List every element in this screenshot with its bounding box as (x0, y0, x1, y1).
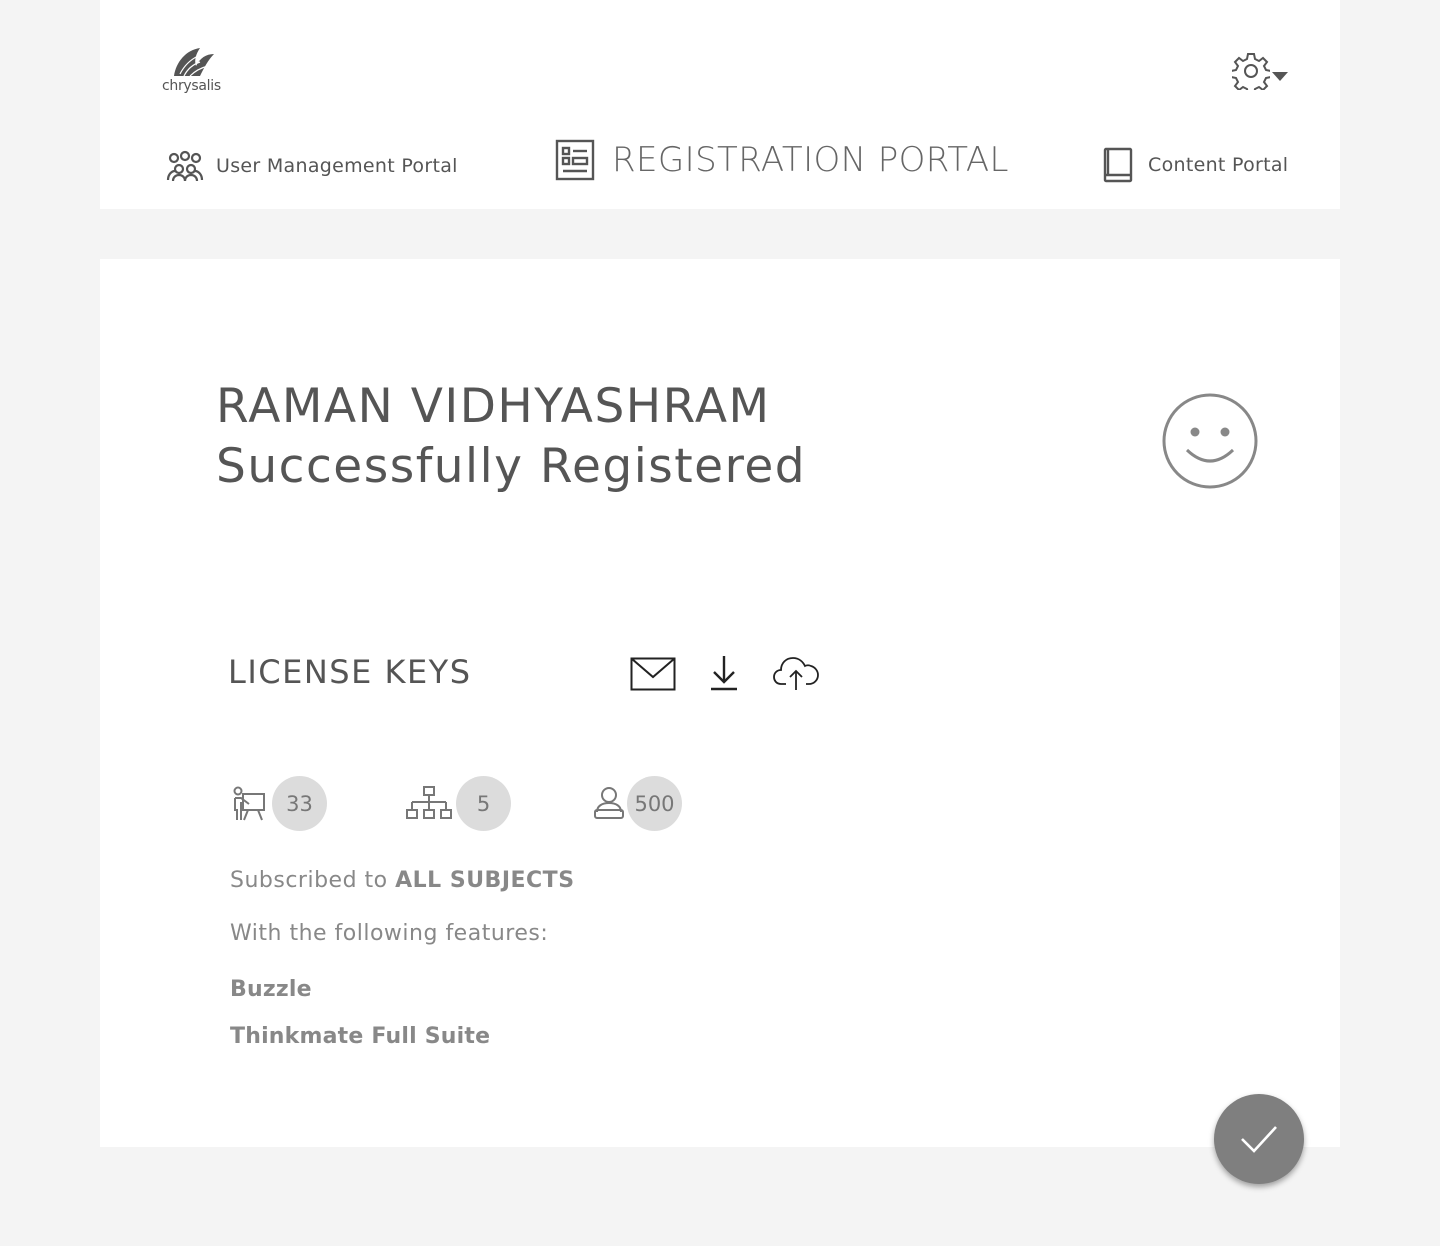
nav-content-label: Content Portal (1148, 154, 1289, 176)
download-icon (711, 656, 737, 691)
chrysalis-logo[interactable]: chrysalis (160, 46, 226, 98)
checkmark-icon (1241, 1126, 1277, 1153)
registration-result-card: RAMAN VIDHYASHRAM Successfully Registere… (100, 259, 1340, 1147)
count-badge: 500 (627, 776, 682, 831)
feature-item: Thinkmate Full Suite (230, 1024, 491, 1049)
nav-user-management-portal[interactable]: User Management Portal (166, 148, 458, 184)
nav-registration-portal[interactable]: REGISTRATION PORTAL (555, 138, 1009, 182)
cloud-upload-icon (773, 657, 819, 690)
count-badge: 5 (456, 776, 511, 831)
book-icon (1103, 147, 1133, 183)
download-keys-button[interactable] (709, 654, 739, 696)
subscription-prefix: Subscribed to (230, 868, 396, 893)
registration-form-icon (555, 139, 595, 181)
license-keys-title: LICENSE KEYS (228, 653, 472, 691)
features-intro: With the following features: (230, 921, 549, 946)
student-icon (594, 787, 624, 819)
chevron-down-icon (1272, 72, 1288, 81)
upload-keys-button[interactable] (772, 654, 820, 696)
hierarchy-icon (406, 786, 452, 819)
settings-menu[interactable] (1230, 52, 1294, 95)
school-name: RAMAN VIDHYASHRAM (216, 379, 771, 434)
users-group-icon (166, 150, 204, 182)
envelope-icon (630, 657, 676, 691)
count-badge: 33 (272, 776, 327, 831)
teacher-license-count: 33 (232, 776, 332, 832)
butterfly-logo-icon (174, 48, 214, 77)
nav-registration-label: REGISTRATION PORTAL (612, 140, 1009, 180)
gear-icon (1230, 53, 1272, 95)
top-header: chrysalis User Management Portal REGISTR… (100, 0, 1340, 209)
nav-content-portal[interactable]: Content Portal (1103, 146, 1288, 184)
smiley-face-icon (1162, 393, 1258, 489)
nav-user-management-label: User Management Portal (216, 155, 458, 177)
logo-wordmark: chrysalis (162, 78, 221, 94)
branch-license-count: 5 (406, 776, 516, 832)
teacher-icon (233, 786, 265, 821)
email-keys-button[interactable] (630, 657, 676, 695)
subscription-line: Subscribed to ALL SUBJECTS (230, 868, 575, 893)
student-license-count: 500 (593, 776, 693, 832)
feature-item: Buzzle (230, 977, 312, 1002)
registration-status-message: Successfully Registered (216, 439, 807, 494)
subscription-value: ALL SUBJECTS (395, 868, 575, 893)
confirm-button[interactable] (1214, 1094, 1304, 1184)
